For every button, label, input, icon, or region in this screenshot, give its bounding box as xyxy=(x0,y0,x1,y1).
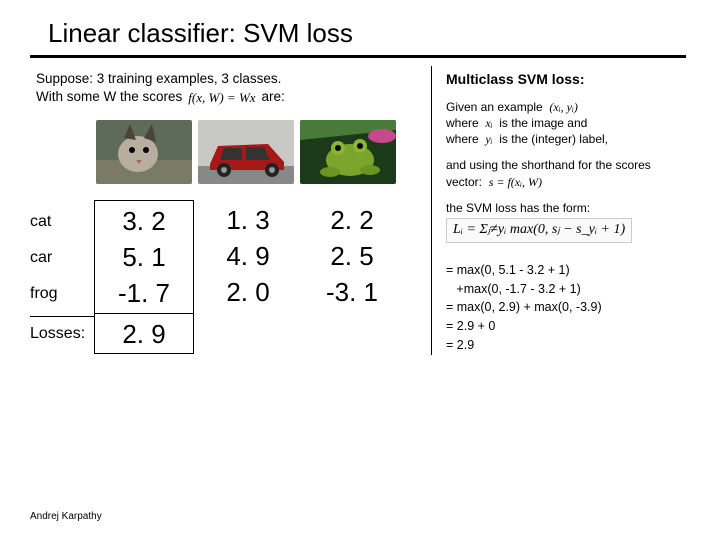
suppose-line2: With some W the scores f(x, W) = Wx are: xyxy=(36,88,421,106)
page-title: Linear classifier: SVM loss xyxy=(0,0,720,55)
suppose-text: Suppose: 3 training examples, 3 classes.… xyxy=(30,66,421,106)
form-block: the SVM loss has the form: Lᵢ = Σⱼ≠yᵢ ma… xyxy=(446,200,682,251)
where-1a: where xyxy=(446,116,479,130)
score-col-3: 2. 2 2. 5 -3. 1 xyxy=(302,200,402,354)
given-text-1: Given an example xyxy=(446,100,543,114)
car-image xyxy=(198,120,294,184)
example-pair: (xᵢ, yᵢ) xyxy=(549,100,577,114)
score-function: f(x, W) = Wx xyxy=(188,89,255,107)
shorthand-text: and using the shorthand for the scores v… xyxy=(446,158,651,188)
score-3-frog: -3. 1 xyxy=(302,274,402,310)
label-car: car xyxy=(30,240,94,276)
yi-symbol: yᵢ xyxy=(485,132,492,146)
score-1-car: 5. 1 xyxy=(95,239,193,275)
suppose-line1: Suppose: 3 training examples, 3 classes. xyxy=(36,70,421,88)
xi-symbol: xᵢ xyxy=(485,116,492,130)
score-vector: s = f(xᵢ, W) xyxy=(489,175,542,189)
label-cat: cat xyxy=(30,204,94,240)
example-thumbnails xyxy=(96,120,421,184)
score-2-frog: 2. 0 xyxy=(198,274,298,310)
score-1-cat: 3. 2 xyxy=(95,203,193,239)
given-block: Given an example (xᵢ, yᵢ) where xᵢ is th… xyxy=(446,99,682,148)
score-2-car: 4. 9 xyxy=(198,238,298,274)
where-2a: where xyxy=(446,132,479,146)
score-columns: 3. 2 5. 1 -1. 7 2. 9 1. 3 4. 9 2. 0 2. 2… xyxy=(94,200,402,354)
label-frog: frog xyxy=(30,276,94,312)
label-losses: Losses: xyxy=(30,316,94,349)
has-form-text: the SVM loss has the form: xyxy=(446,200,682,216)
loss-1: 2. 9 xyxy=(95,313,193,349)
score-3-car: 2. 5 xyxy=(302,238,402,274)
shorthand-block: and using the shorthand for the scores v… xyxy=(446,157,682,189)
where-2b: is the (integer) label, xyxy=(499,132,608,146)
where-1b: is the image and xyxy=(499,116,587,130)
suppose-line2b: are: xyxy=(262,88,285,106)
left-column: Suppose: 3 training examples, 3 classes.… xyxy=(30,66,432,355)
score-col-1: 3. 2 5. 1 -1. 7 2. 9 xyxy=(94,200,194,354)
frog-image xyxy=(300,120,396,184)
loss-calculation: = max(0, 5.1 - 3.2 + 1) +max(0, -1.7 - 3… xyxy=(446,261,682,355)
score-area: cat car frog Losses: 3. 2 5. 1 -1. 7 2. … xyxy=(30,200,421,354)
score-col-2: 1. 3 4. 9 2. 0 xyxy=(198,200,298,354)
content: Suppose: 3 training examples, 3 classes.… xyxy=(0,58,720,355)
svm-loss-formula: Lᵢ = Σⱼ≠yᵢ max(0, sⱼ − s_yᵢ + 1) xyxy=(446,218,632,243)
right-column: Multiclass SVM loss: Given an example (x… xyxy=(432,66,692,355)
credit: Andrej Karpathy xyxy=(30,511,102,522)
class-labels: cat car frog Losses: xyxy=(30,200,94,349)
score-2-cat: 1. 3 xyxy=(198,202,298,238)
score-1-frog: -1. 7 xyxy=(95,275,193,311)
cat-image xyxy=(96,120,192,184)
suppose-line2a: With some W the scores xyxy=(36,88,182,106)
multiclass-header: Multiclass SVM loss: xyxy=(446,70,682,89)
score-3-cat: 2. 2 xyxy=(302,202,402,238)
